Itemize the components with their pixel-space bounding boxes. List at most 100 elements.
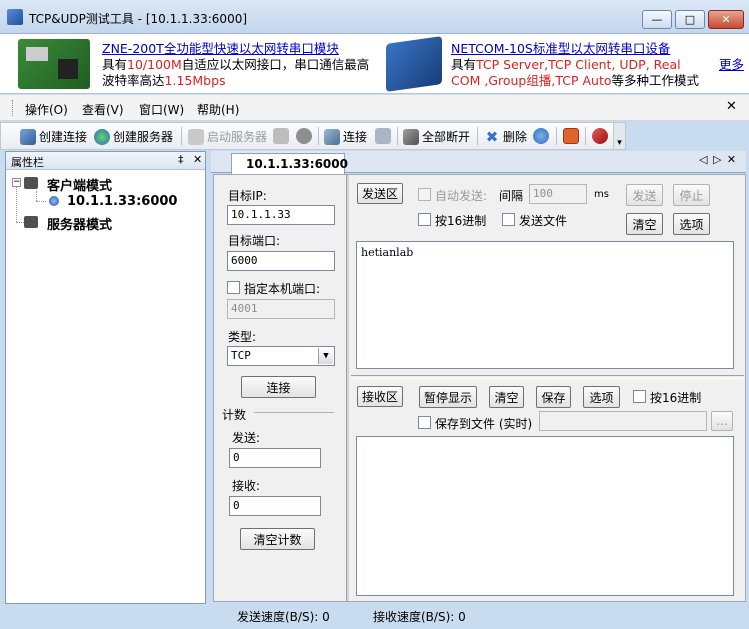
recv-clear-button[interactable]: 清空 — [489, 386, 524, 408]
tree-line — [16, 187, 17, 222]
pause-display-button[interactable]: 暂停显示 — [419, 386, 477, 408]
stop-icon[interactable] — [296, 128, 312, 144]
recv-hex-checkbox[interactable] — [633, 390, 646, 403]
recv-area-title[interactable]: 接收区 — [357, 386, 403, 407]
tree-line — [36, 201, 46, 202]
target-port-label: 目标端口: — [228, 234, 281, 248]
create-connection-button[interactable]: 创建连接 — [20, 128, 87, 145]
plug-icon — [324, 128, 340, 145]
module-product-image[interactable] — [18, 39, 90, 89]
clear-count-button[interactable]: 清空计数 — [240, 528, 315, 550]
browse-button[interactable]: ... — [711, 411, 733, 431]
chevron-down-icon[interactable]: ▼ — [318, 348, 333, 364]
tree-server-mode[interactable]: 服务器模式 — [47, 214, 112, 233]
ad1-link[interactable]: ZNE-200T全功能型快速以太网转串口模块 — [102, 41, 339, 57]
help-icon[interactable] — [592, 128, 608, 144]
x-icon: ✖ — [485, 127, 499, 146]
tab-nav-icons[interactable]: ◁ ▷ ✕ — [699, 153, 737, 166]
toolbar: 创建连接 创建服务器 启动服务器 连接 全部断开 ✖ 删除 ▾ — [0, 122, 626, 150]
recv-options-button[interactable]: 选项 — [583, 386, 620, 408]
type-select-value: TCP — [231, 349, 251, 362]
tree-line — [36, 191, 37, 201]
device-product-image[interactable] — [386, 36, 442, 92]
more-link[interactable]: 更多 — [719, 57, 744, 73]
send-count-field[interactable]: 0 — [229, 448, 321, 468]
send-button[interactable]: 发送 — [626, 184, 663, 206]
send-file-checkbox[interactable] — [502, 213, 515, 226]
save-to-file-checkbox[interactable] — [418, 416, 431, 429]
connect-action-button[interactable]: 连接 — [241, 376, 316, 398]
interval-field[interactable]: 100 — [529, 184, 587, 204]
recv-speed: 接收速度(B/S): 0 — [373, 610, 466, 624]
stop-button[interactable]: 停止 — [673, 184, 710, 206]
send-textarea[interactable]: hetianlab — [356, 241, 734, 369]
send-hex-label: 按16进制 — [435, 214, 487, 228]
menu-window[interactable]: 窗口(W) — [139, 101, 184, 118]
menu-operate[interactable]: 操作(O) — [25, 101, 68, 118]
computer-icon — [20, 128, 36, 145]
menu-help[interactable]: 帮助(H) — [197, 101, 239, 118]
disconnect-all-button[interactable]: 全部断开 — [403, 128, 470, 145]
toolbar-separator — [397, 127, 398, 145]
close-window-button[interactable]: ✕ — [708, 10, 744, 29]
interval-unit: ms — [594, 189, 609, 200]
target-port-field[interactable]: 6000 — [227, 251, 335, 271]
window-title: TCP&UDP测试工具 - [10.1.1.33:6000] — [29, 12, 248, 26]
send-clear-button[interactable]: 清空 — [626, 213, 663, 235]
local-port-field[interactable]: 4001 — [227, 299, 335, 319]
close-doc-icon[interactable]: ✕ — [726, 99, 737, 114]
toolbar-separator — [556, 127, 557, 145]
send-area-title[interactable]: 发送区 — [357, 183, 403, 204]
auto-send-checkbox[interactable] — [418, 188, 431, 201]
power-icon[interactable] — [563, 128, 579, 144]
count-label: 计数 — [222, 408, 247, 422]
start-server-button[interactable]: 启动服务器 — [188, 128, 267, 145]
toolbar-overflow-icon[interactable]: ▾ — [613, 123, 625, 149]
recv-count-label: 接收: — [232, 479, 261, 493]
connection-icon — [49, 196, 59, 206]
tree-connection-item[interactable]: 10.1.1.33:6000 — [67, 194, 177, 209]
target-ip-label: 目标IP: — [228, 189, 267, 203]
splitter[interactable] — [346, 175, 349, 601]
tab-connection[interactable]: 10.1.1.33:6000 — [231, 153, 348, 174]
ad2-line2: 具有TCP Server,TCP Client, UDP, Real — [451, 57, 681, 72]
toolbar-separator — [181, 127, 182, 145]
divider — [254, 412, 334, 413]
toolbar-separator — [477, 127, 478, 145]
property-panel-header: 属性栏 ‡ ✕ — [6, 152, 205, 170]
send-file-label: 发送文件 — [519, 214, 568, 228]
minimize-button[interactable]: — — [642, 10, 672, 29]
save-file-path-field[interactable] — [539, 411, 707, 431]
horizontal-splitter[interactable] — [351, 375, 744, 379]
create-server-button[interactable]: 创建服务器 — [94, 128, 173, 145]
recv-save-button[interactable]: 保存 — [536, 386, 571, 408]
tree-client-mode[interactable]: 客户端模式 — [47, 175, 112, 194]
recv-count-field[interactable]: 0 — [229, 496, 321, 516]
ad-banner: ZNE-200T全功能型快速以太网转串口模块 具有10/100M自适应以太网接口… — [0, 34, 749, 94]
server-status-icon[interactable] — [273, 128, 289, 144]
send-hex-checkbox[interactable] — [418, 213, 431, 226]
grip-handle[interactable] — [12, 100, 15, 116]
send-options-button[interactable]: 选项 — [673, 213, 710, 235]
network-icon[interactable] — [375, 128, 391, 144]
target-ip-field[interactable]: 10.1.1.33 — [227, 205, 335, 225]
send-speed: 发送速度(B/S): 0 — [237, 610, 330, 624]
panel-close-icon[interactable]: ✕ — [193, 153, 202, 166]
menu-view[interactable]: 查看(V) — [82, 101, 124, 118]
type-label: 类型: — [228, 330, 257, 344]
local-port-label: 指定本机端口: — [244, 282, 321, 296]
toolbar-separator — [318, 127, 319, 145]
settings-icon[interactable] — [533, 128, 549, 144]
tree-collapse-icon[interactable]: − — [12, 178, 21, 187]
local-port-checkbox[interactable] — [227, 281, 240, 294]
pin-icon[interactable]: ‡ — [178, 153, 184, 166]
disconnect-icon — [403, 128, 419, 145]
maximize-button[interactable]: □ — [675, 10, 705, 29]
delete-button[interactable]: ✖ 删除 — [484, 128, 527, 145]
ad1-line2: 具有10/100M自适应以太网接口，串口通信最高 — [102, 57, 370, 72]
ad2-link[interactable]: NETCOM-10S标准型以太网转串口设备 — [451, 41, 670, 57]
property-panel-title: 属性栏 — [11, 156, 44, 169]
connect-button[interactable]: 连接 — [324, 128, 367, 145]
recv-textarea[interactable] — [356, 436, 734, 596]
type-select[interactable]: TCP ▼ — [227, 346, 335, 366]
